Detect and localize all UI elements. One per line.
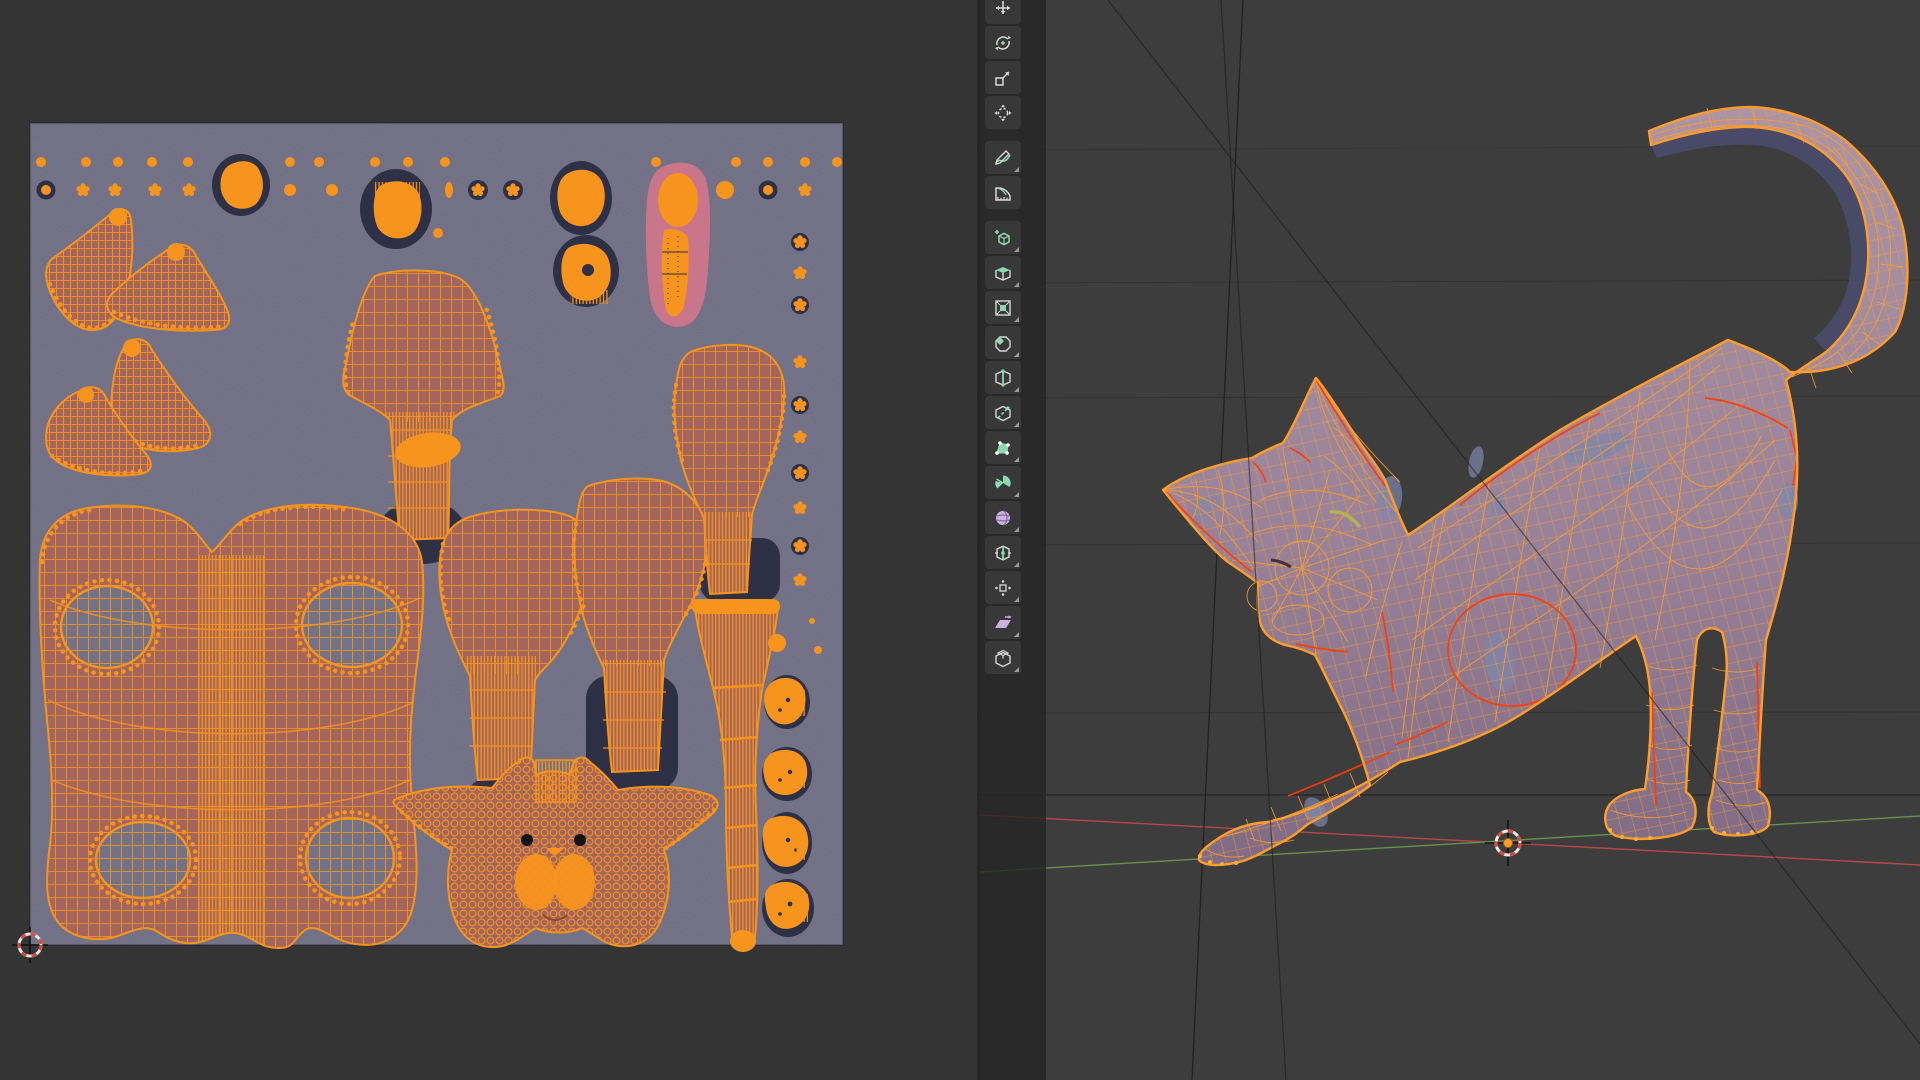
tool-extrude-region-button[interactable] <box>985 256 1021 289</box>
uv-image-editor-pane <box>0 0 977 1080</box>
tool-smooth-button[interactable] <box>985 501 1021 534</box>
tool-spin-button[interactable] <box>985 466 1021 499</box>
scale-icon <box>995 70 1010 86</box>
inset-faces-icon <box>995 299 1011 316</box>
tool-rip-region-button[interactable] <box>985 641 1021 674</box>
smooth-icon <box>996 509 1010 526</box>
uv-island-pink-patch[interactable] <box>645 162 710 327</box>
tool-edge-slide-button[interactable] <box>985 536 1021 569</box>
tool-transform-button[interactable] <box>985 96 1021 129</box>
shear-icon <box>995 614 1011 628</box>
rip-region-icon <box>995 649 1011 667</box>
tool-shrink-fatten-button[interactable] <box>985 571 1021 604</box>
edge-slide-icon <box>995 544 1011 561</box>
tool-measure-button[interactable] <box>985 176 1021 209</box>
blender-window <box>0 0 1920 1080</box>
bevel-icon <box>995 335 1011 352</box>
spin-icon <box>995 474 1011 488</box>
viewport-toolbar <box>985 0 1023 675</box>
measure-icon <box>995 186 1011 201</box>
tool-annotate-button[interactable] <box>985 141 1021 174</box>
tool-bevel-button[interactable] <box>985 326 1021 359</box>
tool-inset-faces-button[interactable] <box>985 291 1021 324</box>
loop-cut-icon <box>995 368 1011 387</box>
tool-knife-button[interactable] <box>985 396 1021 429</box>
poly-build-icon <box>995 440 1010 455</box>
rotate-icon <box>995 35 1011 50</box>
tool-poly-build-button[interactable] <box>985 431 1021 464</box>
move-icon <box>996 0 1010 14</box>
uv-island-body[interactable] <box>38 502 428 952</box>
shrink-fatten-icon <box>995 579 1011 596</box>
tool-loop-cut-button[interactable] <box>985 361 1021 394</box>
tool-scale-button[interactable] <box>985 61 1021 94</box>
tool-shear-button[interactable] <box>985 606 1021 639</box>
annotate-icon <box>995 149 1011 165</box>
tool-rotate-button[interactable] <box>985 26 1021 59</box>
transform-icon <box>994 104 1012 121</box>
knife-icon <box>995 405 1011 421</box>
tool-add-cube-button[interactable] <box>985 221 1021 254</box>
extrude-region-icon <box>995 266 1011 281</box>
tool-move-button[interactable] <box>985 0 1021 24</box>
3d-viewport-pane[interactable] <box>979 0 1920 1080</box>
add-cube-icon <box>995 229 1010 245</box>
